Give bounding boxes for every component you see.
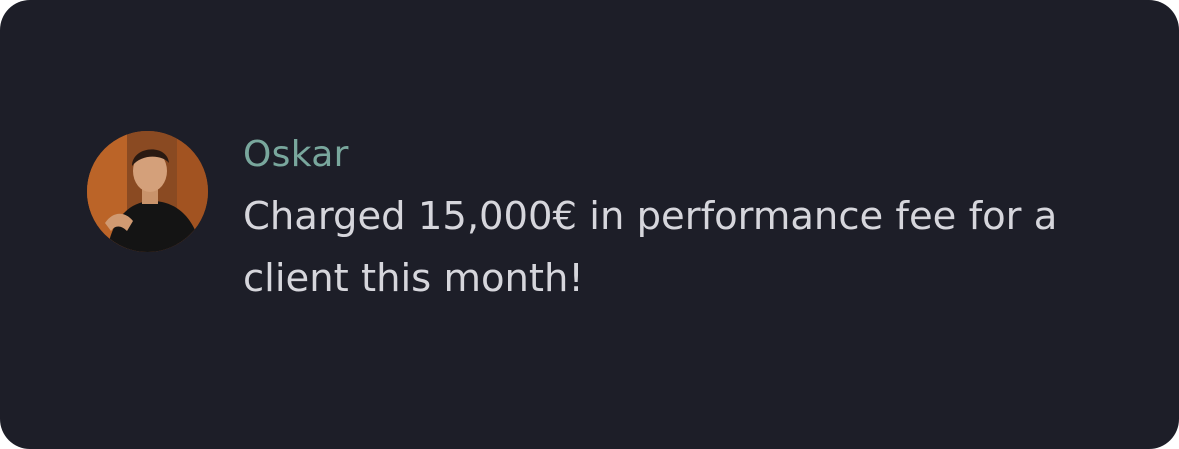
message-text: Charged 15,000€ in performance fee for a… xyxy=(243,194,1070,301)
message-content: Oskar Charged 15,000€ in performance fee… xyxy=(243,128,1113,310)
avatar[interactable] xyxy=(87,131,208,252)
message-author[interactable]: Oskar xyxy=(243,128,1113,182)
avatar-photo-icon xyxy=(87,131,208,252)
message-card: Oskar Charged 15,000€ in performance fee… xyxy=(0,0,1179,449)
